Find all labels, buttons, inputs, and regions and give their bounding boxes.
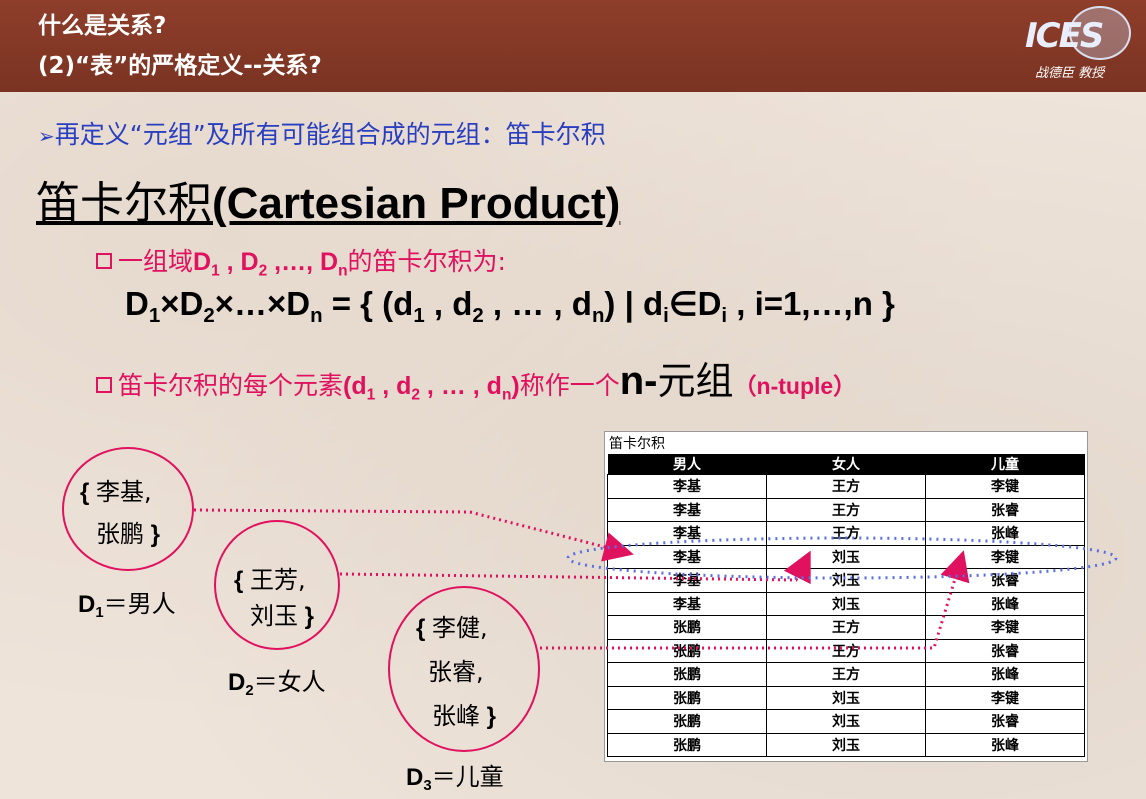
connector-d1-to-row <box>193 508 634 562</box>
connector-d2-to-row <box>339 550 811 585</box>
connector-d3-to-row <box>540 550 970 650</box>
connector-overlay <box>193 508 1118 650</box>
highlight-ellipse <box>566 536 1118 580</box>
